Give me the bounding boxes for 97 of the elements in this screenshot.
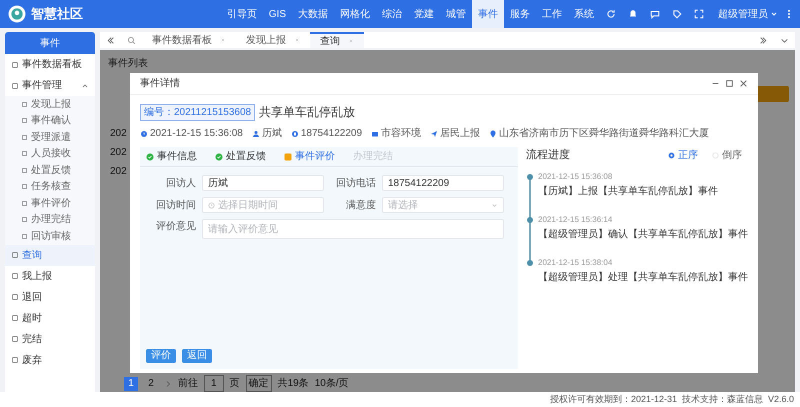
nav-item[interactable]: 工作 xyxy=(536,0,568,28)
info-text: 2021-12-15 15:36:08 xyxy=(150,127,243,141)
location-icon xyxy=(489,130,498,138)
scroll-left-icon[interactable] xyxy=(106,36,115,44)
caret-icon xyxy=(491,202,498,208)
page-button[interactable]: 1 xyxy=(124,376,138,390)
event-code-tag: 编号：20211215153608 xyxy=(140,104,256,120)
event-time: 2021-12-15 15:36:14 xyxy=(538,214,614,224)
nav-item[interactable]: 网格化 xyxy=(334,0,376,28)
goto-label: 前往 xyxy=(178,376,198,391)
close-icon[interactable] xyxy=(739,79,748,88)
sidebar-item[interactable]: 查询 xyxy=(5,244,95,266)
nav-item[interactable]: 引导页 xyxy=(220,0,263,28)
total-count: 共19条 xyxy=(278,376,309,391)
info-text: 居民上报 xyxy=(440,126,480,141)
action-button[interactable] xyxy=(755,86,789,102)
nav-item[interactable]: 系统 xyxy=(568,0,600,28)
fullscreen-icon[interactable] xyxy=(694,9,704,19)
info-text: 18754122209 xyxy=(300,127,362,141)
user-name[interactable]: 超级管理员 xyxy=(718,6,768,22)
tab[interactable]: 事件数据看板 xyxy=(142,32,236,48)
event-text: 【历斌】上报【共享单车乱停乱放】事件 xyxy=(538,184,719,198)
nav-item[interactable]: 大数据 xyxy=(292,0,334,28)
person-icon xyxy=(252,130,260,138)
step-tab[interactable]: 处置反馈 xyxy=(226,149,266,164)
tab[interactable]: 查询 xyxy=(310,32,364,48)
input-field[interactable]: 18754122209 xyxy=(382,175,504,191)
tab[interactable]: 发现上报 xyxy=(236,32,310,48)
logo-icon xyxy=(8,5,26,23)
dialog-title: 事件详情 xyxy=(140,76,180,91)
confirm-button[interactable]: 确定 xyxy=(246,375,272,392)
sidebar-item[interactable]: 我上报 xyxy=(5,266,95,286)
sidebar-item[interactable]: 超时 xyxy=(5,308,95,328)
field-label: 回访时间 xyxy=(155,198,197,212)
panel-title: 流程进度 xyxy=(526,148,570,163)
event-text: 【超级管理员】处理【共享单车乱停乱放】事件 xyxy=(538,270,748,284)
nav-item[interactable]: 党建 xyxy=(408,0,440,28)
nav-item[interactable]: GIS xyxy=(262,0,292,28)
tag-icon[interactable] xyxy=(672,9,682,19)
sidebar-item[interactable]: 完结 xyxy=(5,328,95,350)
phone-icon xyxy=(290,130,299,138)
field-label: 评价意见 xyxy=(155,220,197,234)
caret-icon[interactable] xyxy=(770,10,778,18)
sidebar-subitem[interactable]: 办理完结 xyxy=(5,212,95,228)
event-text: 【超级管理员】确认【共享单车乱停乱放】事件 xyxy=(538,228,748,242)
field-label: 回访人 xyxy=(165,176,197,190)
radio-option[interactable]: 倒序 xyxy=(712,148,742,163)
bell-icon[interactable] xyxy=(628,9,638,19)
message-icon[interactable] xyxy=(650,9,660,19)
maximize-icon[interactable] xyxy=(725,79,734,88)
nav-item[interactable]: 城管 xyxy=(440,0,472,28)
scroll-right-icon[interactable] xyxy=(759,36,768,44)
table-cell-text: 202 xyxy=(110,146,127,160)
field-label: 满意度 xyxy=(345,198,377,212)
sidebar-subitem[interactable]: 发现上报 xyxy=(5,96,95,112)
search-icon[interactable] xyxy=(127,36,136,44)
info-text: 市容环境 xyxy=(381,126,422,141)
table-cell-text: 202 xyxy=(110,165,127,179)
nav-item[interactable]: 服务 xyxy=(504,0,536,28)
sidebar-subitem[interactable]: 人员接收 xyxy=(5,146,95,162)
sidebar-subitem[interactable]: 处置反馈 xyxy=(5,162,95,178)
step-tab[interactable]: 事件信息 xyxy=(157,149,197,164)
refresh-icon[interactable] xyxy=(606,9,616,19)
event-time: 2021-12-15 15:38:04 xyxy=(538,258,614,268)
sidebar-subitem[interactable]: 任务核查 xyxy=(5,178,95,195)
sidebar-item[interactable]: 废弃 xyxy=(5,350,95,370)
action-button[interactable]: 返回 xyxy=(182,349,212,363)
app-title: 智慧社区 xyxy=(31,5,83,24)
clock-icon xyxy=(208,202,215,208)
sidebar-subitem[interactable]: 回访审核 xyxy=(5,228,95,244)
sidebar-subitem[interactable]: 事件确认 xyxy=(5,112,95,129)
info-text: 山东省济南市历下区舜华路街道舜华路科汇大厦 xyxy=(499,126,710,141)
info-text: 历斌 xyxy=(262,126,282,141)
caret-icon[interactable] xyxy=(81,82,89,90)
nav-item[interactable]: 综治 xyxy=(376,0,408,28)
step-tab[interactable]: 事件评价 xyxy=(295,149,335,164)
section-title: 事件列表 xyxy=(108,56,148,71)
sidebar-title: 事件 xyxy=(5,32,95,54)
page-unit: 页 xyxy=(230,377,240,391)
sidebar-item[interactable]: 事件数据看板 xyxy=(5,54,95,75)
page-input[interactable]: 1 xyxy=(204,375,224,392)
radio-option[interactable]: 正序 xyxy=(668,148,698,163)
sidebar-item[interactable]: 退回 xyxy=(5,286,95,308)
footer-text: 授权许可有效期到：2021-12-31 技术支持：森蓝信息 V2.6.0 xyxy=(550,392,794,406)
event-title: 共享单车乱停乱放 xyxy=(259,104,356,121)
sidebar-item[interactable]: 事件管理 xyxy=(5,75,95,96)
field-label: 回访电话 xyxy=(335,176,377,190)
table-cell-text: 202 xyxy=(110,127,127,141)
time-icon xyxy=(140,130,148,138)
page-button[interactable]: 2 xyxy=(144,376,158,390)
sidebar-subitem[interactable]: 事件评价 xyxy=(5,195,95,212)
page-size-select[interactable]: 10条/页 xyxy=(314,376,349,391)
nav-item[interactable]: 事件 xyxy=(472,0,504,28)
sidebar-subitem[interactable]: 受理派遣 xyxy=(5,129,95,146)
action-button[interactable]: 评价 xyxy=(146,349,176,363)
input-field[interactable]: 历斌 xyxy=(202,175,324,191)
event-time: 2021-12-15 15:36:08 xyxy=(538,172,614,182)
